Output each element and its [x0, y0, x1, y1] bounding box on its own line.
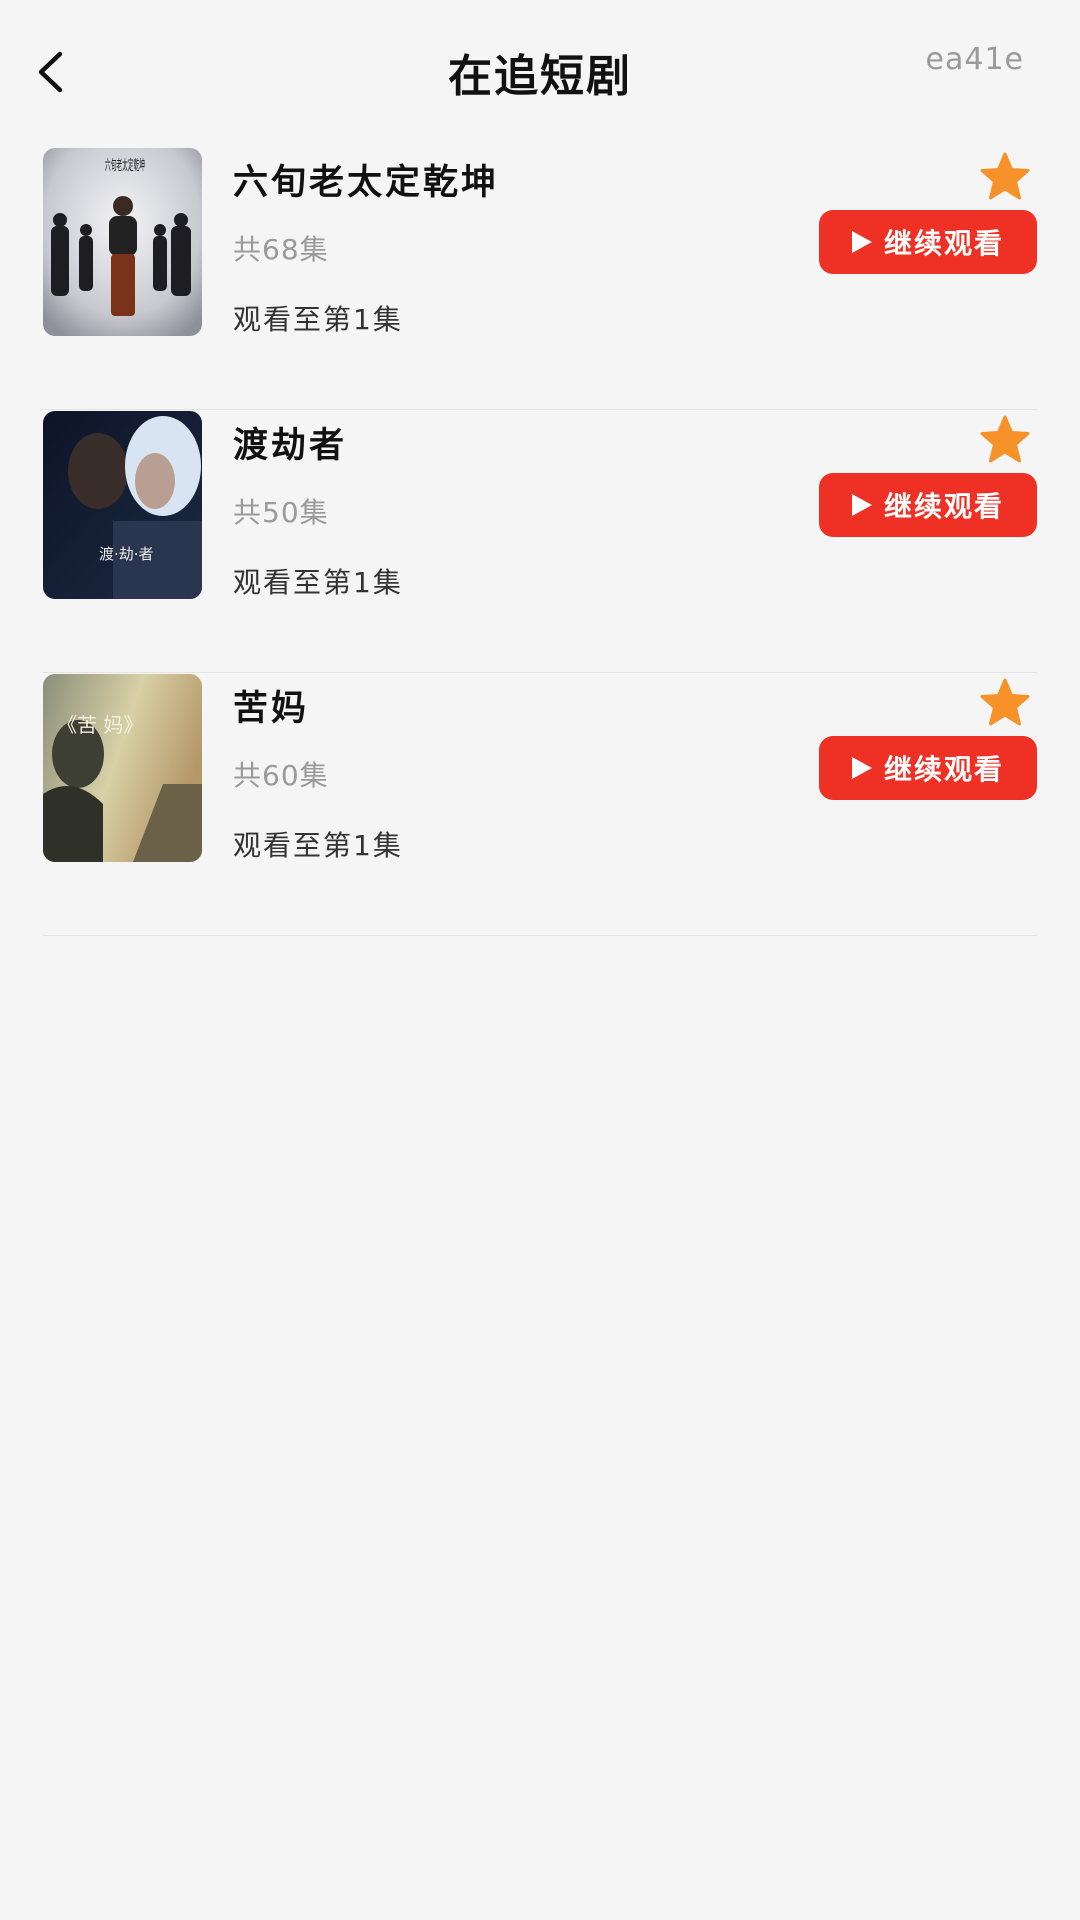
cover-text: 渡·劫·者 — [99, 545, 154, 563]
watch-progress: 观看至第1集 — [233, 303, 403, 336]
episode-count: 共50集 — [233, 496, 329, 529]
drama-cover[interactable]: 六旬老太定乾坤 — [43, 148, 202, 336]
episode-count: 共60集 — [233, 759, 329, 792]
cover-text: 六旬老太定乾坤 — [105, 158, 145, 174]
play-icon — [851, 494, 872, 516]
watch-progress: 观看至第1集 — [233, 829, 403, 862]
star-icon[interactable] — [979, 152, 1031, 202]
drama-title: 六旬老太定乾坤 — [233, 163, 500, 203]
play-icon — [851, 231, 872, 253]
continue-watching-button[interactable]: 继续观看 — [819, 736, 1037, 800]
cover-image: 六旬老太定乾坤 — [43, 148, 202, 336]
continue-watching-button[interactable]: 继续观看 — [819, 473, 1037, 537]
drama-title: 苦妈 — [233, 689, 310, 729]
header: 在追短剧 ea41e — [0, 0, 1080, 140]
drama-list: 六旬老太定乾坤 六旬老太定乾坤 共68集 观看至第1集 继续观看 渡·劫·者 渡… — [43, 148, 1037, 936]
watch-progress: 观看至第1集 — [233, 566, 403, 599]
header-code: ea41e — [925, 42, 1024, 77]
drama-title: 渡劫者 — [233, 426, 348, 466]
star-icon[interactable] — [979, 678, 1031, 728]
play-icon — [851, 757, 872, 779]
continue-watching-label: 继续观看 — [883, 490, 1004, 523]
episode-count: 共68集 — [233, 233, 329, 266]
continue-watching-label: 继续观看 — [883, 753, 1004, 786]
cover-image: 《苦 妈》 — [43, 674, 202, 862]
drama-item[interactable]: 《苦 妈》 苦妈 共60集 观看至第1集 继续观看 — [43, 674, 1037, 936]
drama-item[interactable]: 六旬老太定乾坤 六旬老太定乾坤 共68集 观看至第1集 继续观看 — [43, 148, 1037, 410]
cover-text: 《苦 妈》 — [57, 713, 143, 737]
drama-cover[interactable]: 渡·劫·者 — [43, 411, 202, 599]
drama-cover[interactable]: 《苦 妈》 — [43, 674, 202, 862]
continue-watching-button[interactable]: 继续观看 — [819, 210, 1037, 274]
drama-item[interactable]: 渡·劫·者 渡劫者 共50集 观看至第1集 继续观看 — [43, 411, 1037, 673]
star-icon[interactable] — [979, 415, 1031, 465]
cover-image: 渡·劫·者 — [43, 411, 202, 599]
page-title: 在追短剧 — [448, 51, 632, 102]
continue-watching-label: 继续观看 — [883, 227, 1004, 260]
